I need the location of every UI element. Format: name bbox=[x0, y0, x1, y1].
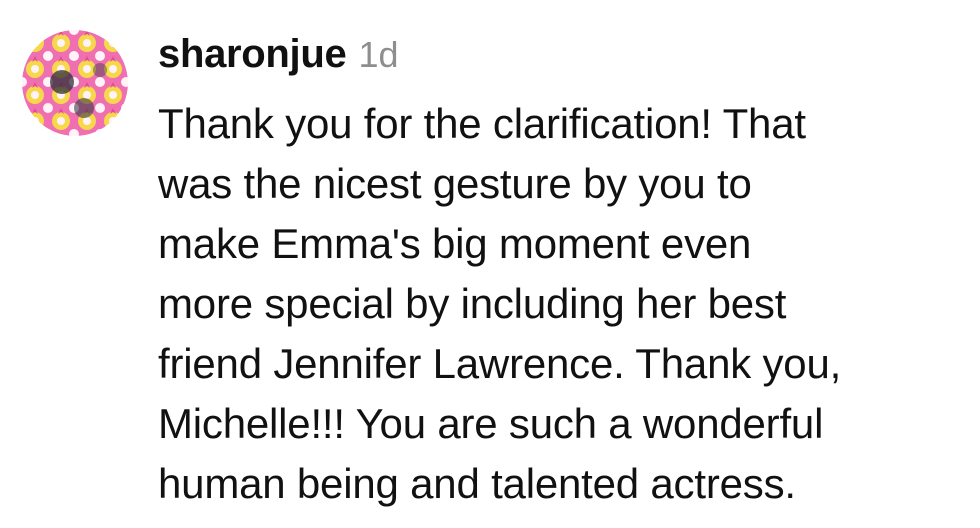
comment-text-line: Michelle!!! You are such a wonderful bbox=[158, 400, 824, 447]
comment-body: sharonjue 1d Thank you for the clarifica… bbox=[158, 32, 968, 514]
comment-text: Thank you for the clarification! That wa… bbox=[158, 94, 968, 514]
comment-text-line: Thank you for the clarification! That bbox=[158, 100, 806, 147]
comment-text-line: was the nicest gesture by you to bbox=[158, 160, 752, 207]
comment-text-line: human being and talented actress. bbox=[158, 460, 796, 507]
comment-text-line: friend Jennifer Lawrence. Thank you, bbox=[158, 340, 842, 387]
comment: sharonjue 1d Thank you for the clarifica… bbox=[0, 0, 980, 528]
comment-text-line: more special by including her best bbox=[158, 280, 787, 327]
username-link[interactable]: sharonjue bbox=[158, 32, 347, 77]
comment-text-line: make Emma's big moment even bbox=[158, 220, 752, 267]
comment-timestamp[interactable]: 1d bbox=[358, 34, 398, 76]
avatar[interactable] bbox=[22, 30, 128, 136]
comment-header: sharonjue 1d bbox=[158, 32, 968, 94]
patterned-avatar-icon bbox=[22, 30, 128, 136]
